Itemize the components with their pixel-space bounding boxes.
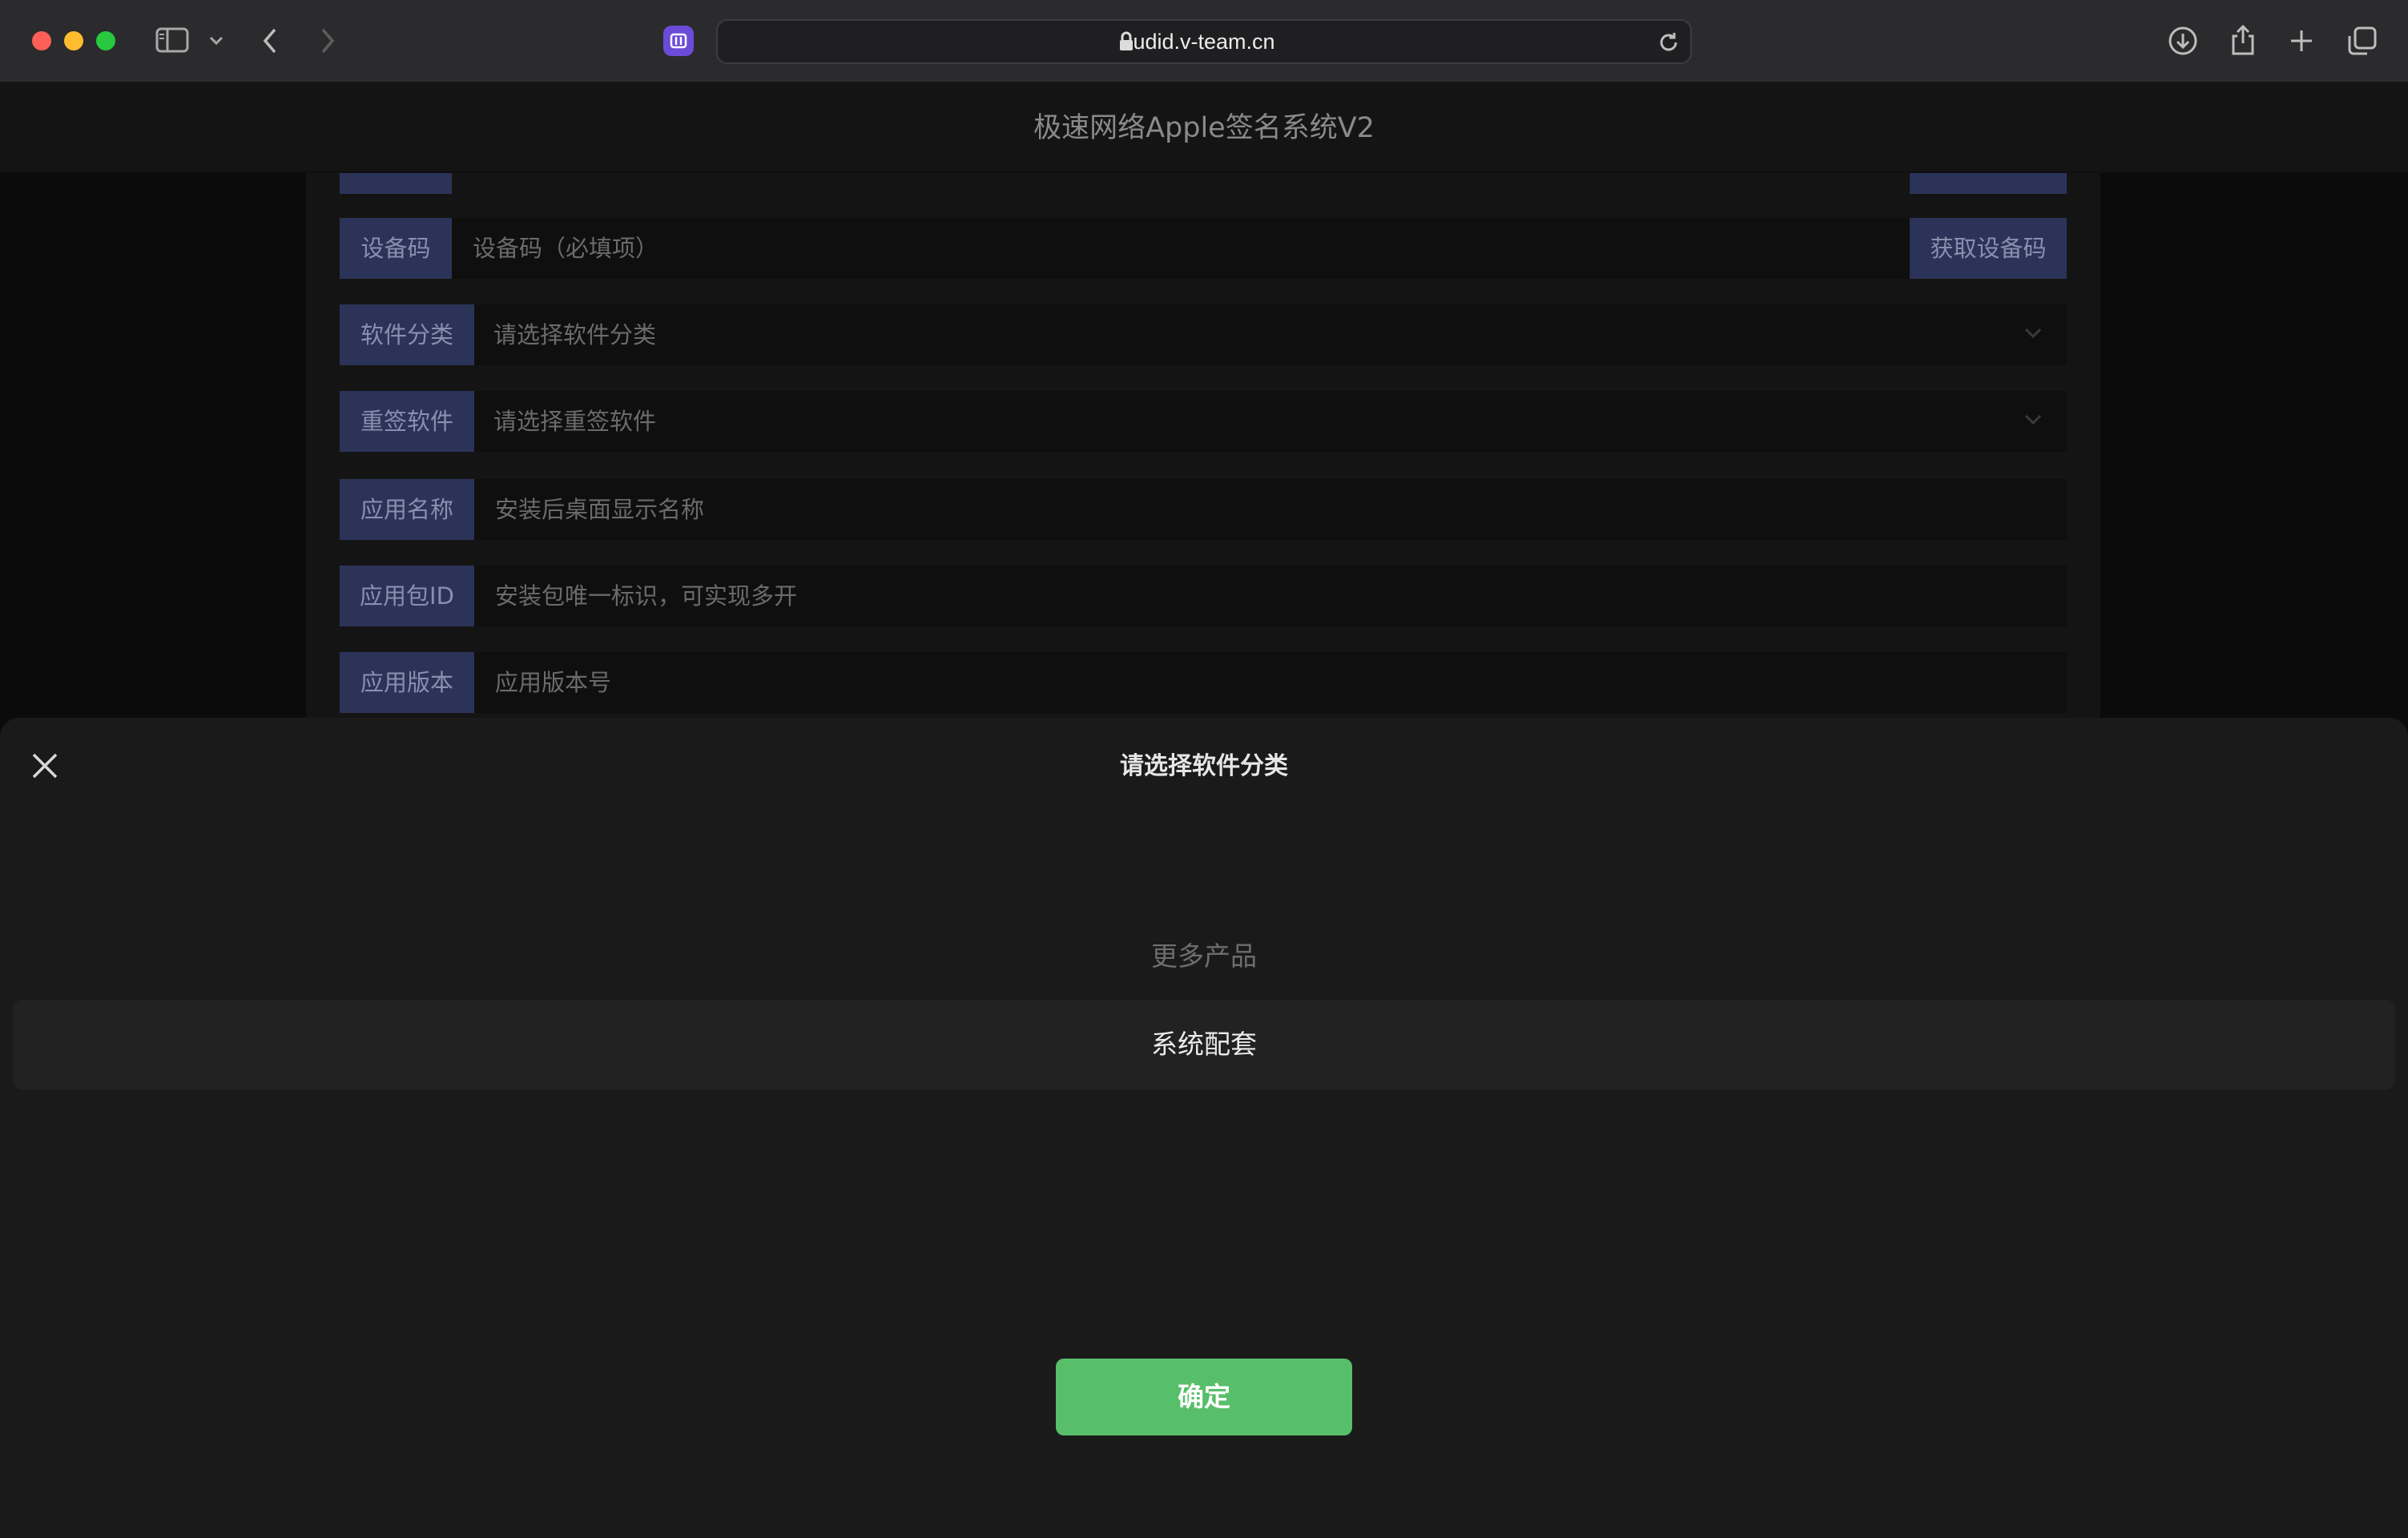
- lock-icon: [1118, 31, 1134, 55]
- picker-sheet: 请选择软件分类 更多产品 系统配套 确定: [0, 718, 2408, 1538]
- new-tab-icon[interactable]: [2288, 27, 2315, 54]
- app-version-input[interactable]: 应用版本号: [474, 652, 2067, 713]
- device-code-input[interactable]: 设备码（必填项）: [452, 218, 1910, 279]
- picker-title: 请选择软件分类: [1120, 752, 1288, 780]
- sidebar-toggle-icon[interactable]: [155, 27, 189, 53]
- close-window-button[interactable]: [32, 31, 51, 50]
- browser-toolbar: udid.v-team.cn: [0, 0, 2408, 83]
- row-label: 设备码: [340, 218, 452, 279]
- form-row-device-code: 设备码 设备码（必填项） 获取设备码: [340, 218, 2067, 279]
- reload-icon[interactable]: [1657, 30, 1681, 54]
- picker-option-selected[interactable]: 系统配套: [0, 1022, 2408, 1067]
- form-row-bundle-id: 应用包ID 安装包唯一标识，可实现多开: [340, 566, 2067, 626]
- forward-icon[interactable]: [319, 27, 336, 54]
- resign-app-select[interactable]: 请选择重签软件: [474, 391, 2067, 452]
- row-label: 软件分类: [340, 304, 474, 365]
- back-icon[interactable]: [261, 27, 279, 54]
- row-label: 应用名称: [340, 479, 474, 540]
- page-title: 极速网络Apple签名系统V2: [1033, 112, 1375, 144]
- picker-option[interactable]: 更多产品: [0, 934, 2408, 979]
- downloads-icon[interactable]: [2168, 26, 2198, 56]
- page-header: 极速网络Apple签名系统V2: [0, 83, 2408, 173]
- chevron-down-icon: [2023, 327, 2043, 343]
- form-row-app-version: 应用版本 应用版本号: [340, 652, 2067, 713]
- tab-overview-icon[interactable]: [2347, 26, 2378, 56]
- row-label: 重签软件: [340, 391, 474, 452]
- extension-icon[interactable]: [663, 26, 694, 56]
- form-row-resign-app: 重签软件 请选择重签软件: [340, 391, 2067, 452]
- zoom-window-button[interactable]: [96, 31, 115, 50]
- url-text[interactable]: udid.v-team.cn: [718, 21, 1690, 62]
- row-label: 应用版本: [340, 652, 474, 713]
- share-icon[interactable]: [2229, 22, 2257, 56]
- chevron-down-icon: [2023, 413, 2043, 429]
- bundle-id-input[interactable]: 安装包唯一标识，可实现多开: [474, 566, 2067, 626]
- minimize-window-button[interactable]: [64, 31, 83, 50]
- get-device-code-button[interactable]: 获取设备码: [1910, 218, 2067, 279]
- row-label: 应用包ID: [340, 566, 474, 626]
- chevron-down-icon[interactable]: [208, 35, 224, 46]
- app-name-input[interactable]: 安装后桌面显示名称: [474, 479, 2067, 540]
- confirm-button[interactable]: 确定: [1056, 1359, 1352, 1435]
- form-row-app-name: 应用名称 安装后桌面显示名称: [340, 479, 2067, 540]
- form-row-category: 软件分类 请选择软件分类: [340, 304, 2067, 365]
- category-select[interactable]: 请选择软件分类: [474, 304, 2067, 365]
- address-bar[interactable]: udid.v-team.cn: [716, 19, 1692, 64]
